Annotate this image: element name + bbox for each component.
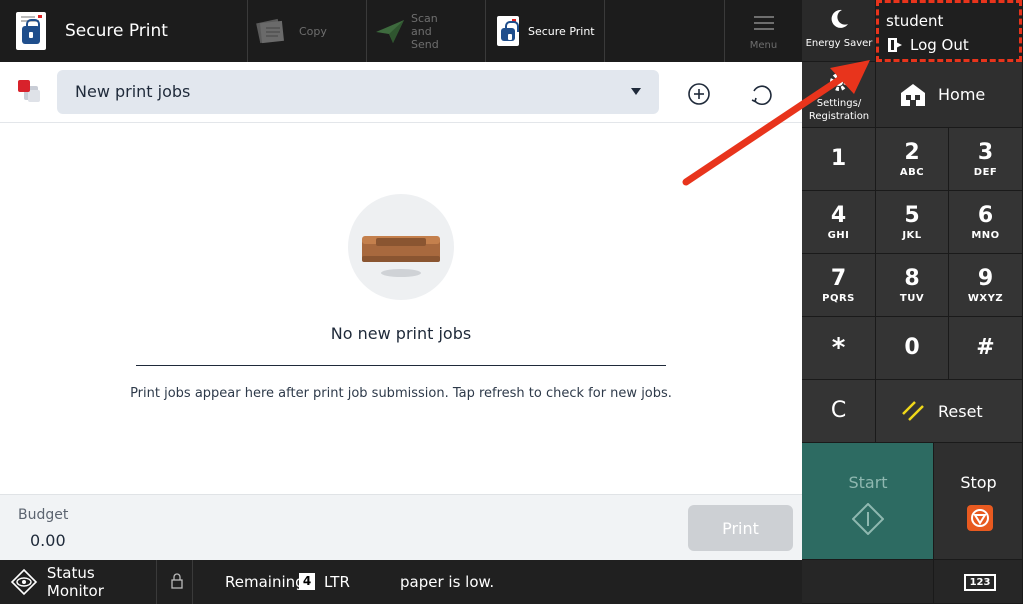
remaining-count: 4: [299, 573, 315, 590]
tab-secure-print[interactable]: Secure Print: [486, 0, 605, 62]
highlight-box: [876, 0, 1022, 62]
key-3[interactable]: 3 DEF: [949, 128, 1023, 191]
key-8[interactable]: 8 TUV: [876, 254, 949, 317]
reset-label: Reset: [938, 401, 983, 421]
key-asterisk[interactable]: *: [802, 317, 876, 380]
key-7-number: 7: [830, 265, 847, 291]
secure-print-app-icon: [16, 12, 46, 50]
budget-value: 0.00: [30, 531, 66, 550]
key-4-number: 4: [830, 202, 847, 228]
key-0-number: 0: [904, 335, 920, 360]
empty-state-message: Print jobs appear here after print job s…: [130, 386, 672, 401]
budget-label: Budget: [18, 507, 69, 523]
tab-scan-label: Scan and Send: [411, 11, 439, 51]
home-label: Home: [938, 85, 986, 104]
tab-secure-print-label: Secure Print: [528, 24, 595, 38]
key-6[interactable]: 6 MNO: [949, 191, 1023, 254]
secure-print-icon: [497, 16, 519, 46]
key-3-letters: DEF: [973, 166, 998, 178]
key-2-number: 2: [904, 139, 920, 165]
home-icon: [901, 83, 925, 106]
tray-icon: [362, 236, 440, 277]
paper-size: LTR: [324, 573, 350, 591]
status-monitor-label: Status Monitor: [46, 564, 104, 600]
reset-button[interactable]: Reset: [876, 380, 1023, 443]
clear-button[interactable]: C: [802, 380, 876, 443]
key-5-letters: JKL: [902, 229, 922, 241]
stop-button[interactable]: Stop: [934, 443, 1023, 560]
status-monitor-button[interactable]: Status Monitor: [0, 560, 157, 604]
key-4-letters: GHI: [827, 229, 850, 241]
paper-plane-icon: [376, 20, 404, 43]
keypad-toggle-label: 123: [964, 574, 996, 591]
bottom-right-spacer: [802, 560, 934, 604]
key-2[interactable]: 2 ABC: [876, 128, 949, 191]
key-5-number: 5: [904, 202, 920, 228]
status-divider: [192, 560, 193, 604]
reset-slash-icon: [902, 401, 924, 421]
home-button[interactable]: Home: [876, 62, 1023, 128]
key-8-letters: TUV: [899, 292, 925, 304]
key-9[interactable]: 9 WXYZ: [949, 254, 1023, 317]
dropdown-value: New print jobs: [75, 82, 191, 101]
app-title: Secure Print: [65, 21, 168, 41]
tab-copy-label: Copy: [299, 24, 327, 38]
key-hash-symbol: #: [976, 335, 995, 360]
key-hash[interactable]: #: [949, 317, 1023, 380]
menu-label: Menu: [749, 39, 778, 51]
tab-scan-and-send[interactable]: Scan and Send: [367, 0, 486, 62]
stop-label: Stop: [960, 473, 997, 492]
key-5[interactable]: 5 JKL: [876, 191, 949, 254]
annotation-arrow: [682, 60, 870, 186]
empty-state-divider: [136, 365, 666, 366]
remaining-label: Remaining: [225, 573, 305, 591]
eye-diamond-icon: [10, 568, 38, 596]
empty-state-title: No new print jobs: [330, 324, 472, 343]
empty-tray-illustration: [348, 194, 454, 300]
copy-icon: [256, 18, 284, 44]
print-button[interactable]: Print: [688, 505, 793, 551]
moon-icon: [831, 9, 848, 28]
start-label: Start: [848, 473, 888, 492]
clear-label: C: [830, 398, 847, 423]
app-header: Secure Print: [0, 0, 248, 62]
stop-icon: [967, 505, 993, 531]
key-7[interactable]: 7 PQRS: [802, 254, 876, 317]
start-diamond-icon: [852, 503, 884, 535]
key-2-letters: ABC: [899, 166, 925, 178]
keypad-toggle-button[interactable]: 123: [934, 560, 1023, 604]
key-9-number: 9: [977, 265, 994, 291]
key-6-number: 6: [977, 202, 994, 228]
key-8-number: 8: [904, 265, 920, 291]
job-filter-dropdown[interactable]: New print jobs: [57, 70, 659, 114]
key-6-letters: MNO: [971, 229, 1000, 241]
key-9-letters: WXYZ: [967, 292, 1004, 304]
lock-icon: [171, 573, 183, 589]
start-button[interactable]: Start: [802, 443, 934, 560]
key-0[interactable]: 0: [876, 317, 949, 380]
chevron-down-icon: [631, 88, 641, 95]
status-bar: Status Monitor Remaining 4 LTR paper is …: [0, 560, 802, 604]
key-3-number: 3: [977, 139, 994, 165]
user-panel[interactable]: student Log Out: [876, 0, 1023, 62]
energy-saver-label: Energy Saver: [805, 38, 873, 49]
status-message: paper is low.: [400, 573, 495, 591]
hamburger-icon: [753, 15, 774, 30]
job-source-icon: [18, 80, 42, 104]
tab-copy[interactable]: Copy: [248, 0, 367, 62]
key-asterisk-symbol: *: [831, 333, 846, 363]
footer-panel: Budget 0.00 Print: [0, 494, 802, 560]
key-4[interactable]: 4 GHI: [802, 191, 876, 254]
key-7-letters: PQRS: [822, 292, 855, 304]
